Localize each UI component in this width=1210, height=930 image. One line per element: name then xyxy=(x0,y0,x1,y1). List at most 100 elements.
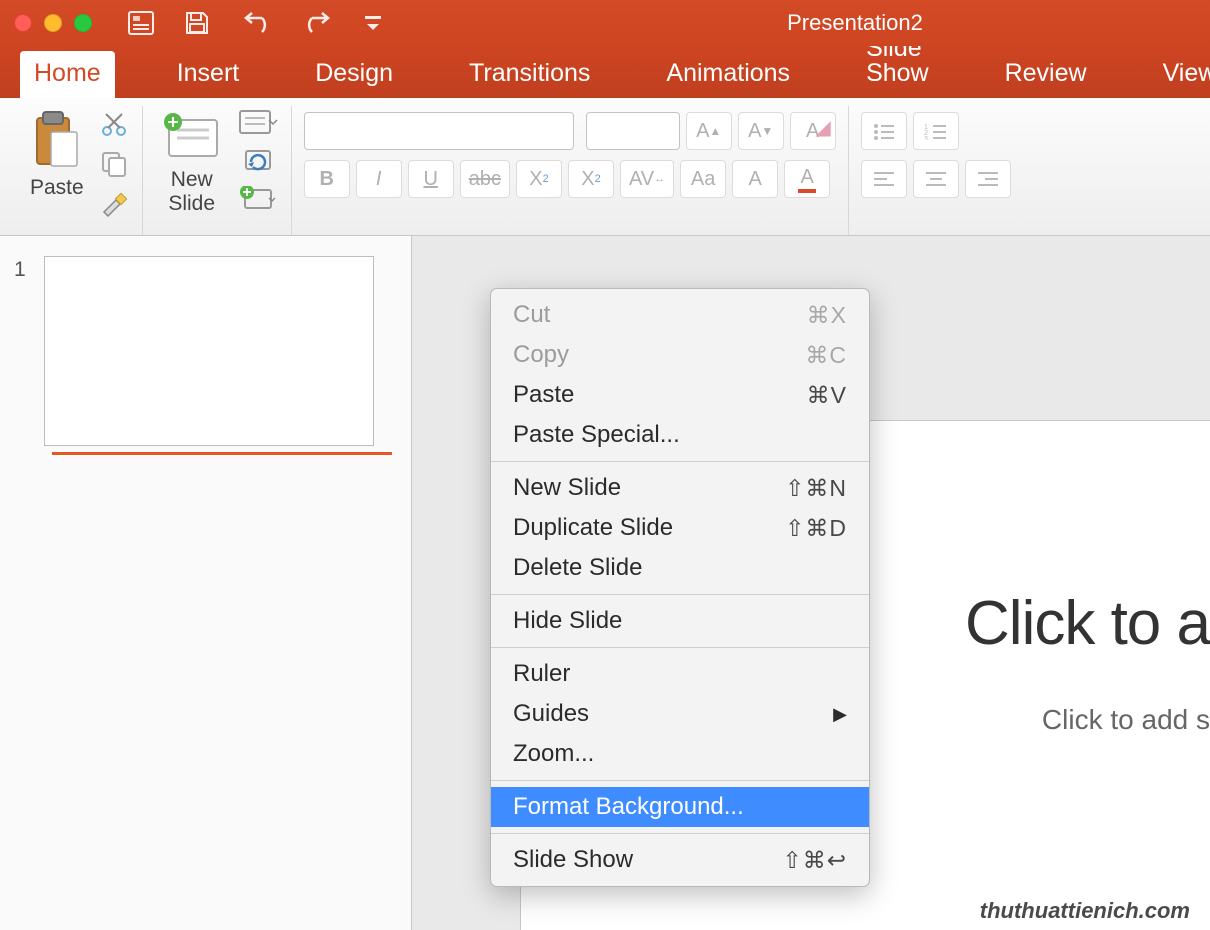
form-icon[interactable] xyxy=(128,11,154,35)
menu-item-duplicate-slide[interactable]: Duplicate Slide ⇧⌘D xyxy=(491,508,869,548)
subscript-button[interactable]: X2 xyxy=(568,160,614,198)
document-title: Presentation2 xyxy=(787,10,923,36)
font-group: A▲ A▼ A◢ B I U abc X2 X2 AV↔ Aa A A xyxy=(292,106,849,235)
ribbon: Paste New Slide A▲ A▼ A◢ B I xyxy=(0,98,1210,236)
menu-item-shortcut: ⌘X xyxy=(807,302,847,329)
context-menu[interactable]: Cut ⌘X Copy⌘C Paste ⌘V Paste Special... New Sl… xyxy=(490,288,870,887)
subtitle-placeholder[interactable]: Click to add s xyxy=(1042,704,1210,736)
menu-item-shortcut: ⇧⌘N xyxy=(785,475,847,502)
tab-view[interactable]: View xyxy=(1149,51,1210,98)
menu-separator xyxy=(491,647,869,648)
tab-animations[interactable]: Animations xyxy=(652,51,804,98)
menu-item-label: New Slide xyxy=(513,474,621,502)
tab-insert[interactable]: Insert xyxy=(163,51,254,98)
menu-separator xyxy=(491,461,869,462)
thumbnail-selection-indicator xyxy=(52,452,392,455)
font-name-combo[interactable] xyxy=(304,112,574,150)
highlight-button[interactable]: A xyxy=(732,160,778,198)
bullets-button[interactable] xyxy=(861,112,907,150)
menu-item-shortcut: ⇧⌘↩ xyxy=(782,847,847,874)
font-size-combo[interactable] xyxy=(586,112,680,150)
zoom-window-button[interactable] xyxy=(74,14,92,32)
titlebar: Presentation2 xyxy=(0,0,1210,46)
thumbnail-preview[interactable] xyxy=(44,256,374,446)
menu-item-zoom[interactable]: Zoom... xyxy=(491,734,869,774)
ribbon-tabs: Home Insert Design Transitions Animation… xyxy=(0,46,1210,98)
menu-item-slide-show[interactable]: Slide Show ⇧⌘↩ xyxy=(491,840,869,880)
undo-icon[interactable] xyxy=(240,12,274,34)
menu-item-label: Zoom... xyxy=(513,740,594,768)
submenu-arrow-icon: ▶ xyxy=(833,704,847,725)
menu-item-label: Cut xyxy=(513,301,550,329)
attribution-watermark: thuthuattienich.com xyxy=(980,898,1190,924)
format-painter-icon[interactable] xyxy=(100,190,130,218)
menu-item-label: Paste xyxy=(513,381,574,409)
menu-separator xyxy=(491,594,869,595)
paragraph-group: 123 xyxy=(849,106,1023,235)
window-controls xyxy=(14,14,92,32)
menu-item-new-slide[interactable]: New Slide ⇧⌘N xyxy=(491,468,869,508)
menu-item-label: Ruler xyxy=(513,660,570,688)
tab-home[interactable]: Home xyxy=(20,51,115,98)
clipboard-group: Paste xyxy=(12,106,143,235)
menu-item-label: Format Background... xyxy=(513,793,744,821)
menu-item-shortcut: ⌘V xyxy=(807,382,847,409)
reset-icon[interactable] xyxy=(239,148,279,174)
menu-item-label: Delete Slide xyxy=(513,554,642,582)
menu-item-paste-special[interactable]: Paste Special... xyxy=(491,415,869,455)
minimize-window-button[interactable] xyxy=(44,14,62,32)
font-color-button[interactable]: A xyxy=(784,160,830,198)
align-left-button[interactable] xyxy=(861,160,907,198)
copy-icon[interactable] xyxy=(100,150,130,178)
strikethrough-button[interactable]: abc xyxy=(460,160,510,198)
paste-label: Paste xyxy=(30,176,84,200)
menu-item-label: Slide Show xyxy=(513,846,633,874)
tab-design[interactable]: Design xyxy=(301,51,407,98)
menu-item-shortcut: ⌘C xyxy=(805,342,847,369)
menu-item-label: Duplicate Slide xyxy=(513,514,673,542)
menu-item-cut: Cut ⌘X xyxy=(491,295,869,335)
change-case-button[interactable]: Aa xyxy=(680,160,726,198)
char-spacing-button[interactable]: AV↔ xyxy=(620,160,674,198)
slide-thumbnail-panel[interactable]: 1 xyxy=(0,236,412,930)
customize-qat-icon[interactable] xyxy=(364,14,382,32)
quick-access-toolbar xyxy=(128,10,382,36)
cut-icon[interactable] xyxy=(100,110,130,138)
menu-item-hide-slide[interactable]: Hide Slide xyxy=(491,601,869,641)
decrease-font-button[interactable]: A▼ xyxy=(738,112,784,150)
save-icon[interactable] xyxy=(184,10,210,36)
menu-item-ruler[interactable]: Ruler xyxy=(491,654,869,694)
superscript-button[interactable]: X2 xyxy=(516,160,562,198)
align-center-button[interactable] xyxy=(913,160,959,198)
new-slide-label: New Slide xyxy=(168,168,215,216)
menu-item-guides[interactable]: Guides ▶ xyxy=(491,694,869,734)
menu-item-label: Hide Slide xyxy=(513,607,622,635)
slides-group: New Slide xyxy=(143,106,292,235)
new-slide-button[interactable]: New Slide xyxy=(155,106,229,220)
tab-transitions[interactable]: Transitions xyxy=(455,51,604,98)
clear-formatting-button[interactable]: A◢ xyxy=(790,112,836,150)
menu-item-format-background[interactable]: Format Background... xyxy=(491,787,869,827)
title-placeholder[interactable]: Click to a xyxy=(965,588,1210,659)
section-icon[interactable] xyxy=(239,186,279,212)
numbering-button[interactable]: 123 xyxy=(913,112,959,150)
bold-button[interactable]: B xyxy=(304,160,350,198)
italic-button[interactable]: I xyxy=(356,160,402,198)
layout-icon[interactable] xyxy=(239,110,279,136)
tab-review[interactable]: Review xyxy=(991,51,1101,98)
thumbnail-item[interactable]: 1 xyxy=(14,256,397,446)
redo-icon[interactable] xyxy=(304,12,334,34)
thumbnail-number: 1 xyxy=(14,256,26,282)
menu-item-copy: Copy⌘C xyxy=(491,335,869,375)
underline-button[interactable]: U xyxy=(408,160,454,198)
align-right-button[interactable] xyxy=(965,160,1011,198)
increase-font-button[interactable]: A▲ xyxy=(686,112,732,150)
close-window-button[interactable] xyxy=(14,14,32,32)
paste-button[interactable]: Paste xyxy=(24,106,90,204)
menu-item-shortcut: ⇧⌘D xyxy=(785,515,847,542)
menu-item-delete-slide[interactable]: Delete Slide xyxy=(491,548,869,588)
svg-text:3: 3 xyxy=(924,136,928,140)
menu-separator xyxy=(491,833,869,834)
menu-item-paste[interactable]: Paste ⌘V xyxy=(491,375,869,415)
menu-item-label: Guides xyxy=(513,700,589,728)
